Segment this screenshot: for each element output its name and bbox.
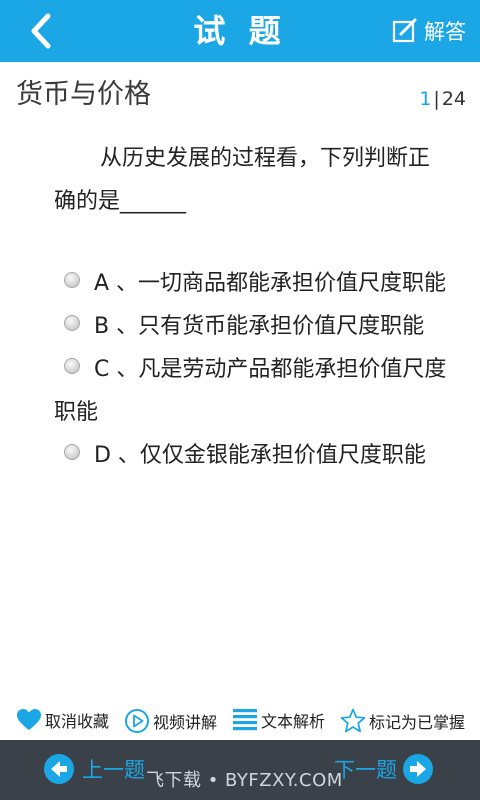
unfavorite-label: 取消收藏 xyxy=(45,712,110,731)
option-b[interactable]: B 、只有货币能承担价值尺度职能 xyxy=(54,305,466,348)
option-c[interactable]: C 、凡是劳动产品都能承担价值尺度职能 xyxy=(54,348,466,434)
option-label: C 、凡是劳动产品都能承担价值尺度职能 xyxy=(54,357,447,425)
header-bar: 试 题 解答 xyxy=(0,0,480,62)
video-explain-label: 视频讲解 xyxy=(153,713,218,732)
option-d[interactable]: D 、仅仅金银能承担价值尺度职能 xyxy=(54,434,466,477)
star-icon xyxy=(340,708,366,733)
answer-button[interactable]: 解答 xyxy=(392,14,466,48)
prev-question-button[interactable]: 上一题 xyxy=(44,754,145,784)
subject-title: 货币与价格 xyxy=(16,79,151,110)
option-label: D 、仅仅金银能承担价值尺度职能 xyxy=(94,443,426,468)
counter-separator: | xyxy=(433,88,440,110)
next-question-button[interactable]: 下一题 xyxy=(334,754,433,784)
mark-mastered-label: 标记为已掌握 xyxy=(369,713,466,732)
arrow-left-icon xyxy=(44,754,74,784)
counter-total: 24 xyxy=(441,88,466,110)
options-list: A 、一切商品都能承担价值尺度职能 B 、只有货币能承担价值尺度职能 C 、凡是… xyxy=(54,262,466,477)
text-analysis-button[interactable]: 文本解析 xyxy=(232,708,325,732)
counter-current: 1 xyxy=(419,88,432,110)
radio-icon[interactable] xyxy=(64,272,80,288)
radio-icon[interactable] xyxy=(64,315,80,331)
text-analysis-label: 文本解析 xyxy=(261,712,326,731)
action-toolbar: 取消收藏 视频讲解 文本解析 标记为已掌握 xyxy=(0,704,480,738)
unfavorite-button[interactable]: 取消收藏 xyxy=(16,708,109,732)
watermark-text: 飞下载 • BYFZXY.COM xyxy=(146,770,343,791)
video-explain-button[interactable]: 视频讲解 xyxy=(124,708,217,734)
mark-mastered-button[interactable]: 标记为已掌握 xyxy=(340,708,465,734)
next-question-label: 下一题 xyxy=(334,758,397,782)
footer-nav: 上一题 飞下载 • BYFZXY.COM 下一题 xyxy=(0,740,480,800)
question-counter: 1 | 24 xyxy=(419,88,466,110)
option-label: A 、一切商品都能承担价值尺度职能 xyxy=(94,271,447,296)
question-line-1: 从历史发展的过程看，下列判断正 xyxy=(100,146,431,171)
radio-icon[interactable] xyxy=(64,444,80,460)
heart-icon xyxy=(17,709,41,730)
edit-icon xyxy=(392,18,417,43)
text-lines-icon xyxy=(233,709,257,731)
question-text: 从历史发展的过程看，下列判断正 确的是______ xyxy=(54,137,466,223)
option-label: B 、只有货币能承担价值尺度职能 xyxy=(94,314,425,339)
question-line-2: 确的是______ xyxy=(54,189,187,214)
play-circle-icon xyxy=(125,709,149,733)
prev-question-label: 上一题 xyxy=(82,758,145,782)
answer-label: 解答 xyxy=(424,20,466,44)
arrow-right-icon xyxy=(403,754,433,784)
radio-icon[interactable] xyxy=(64,358,80,374)
option-a[interactable]: A 、一切商品都能承担价值尺度职能 xyxy=(54,262,466,305)
